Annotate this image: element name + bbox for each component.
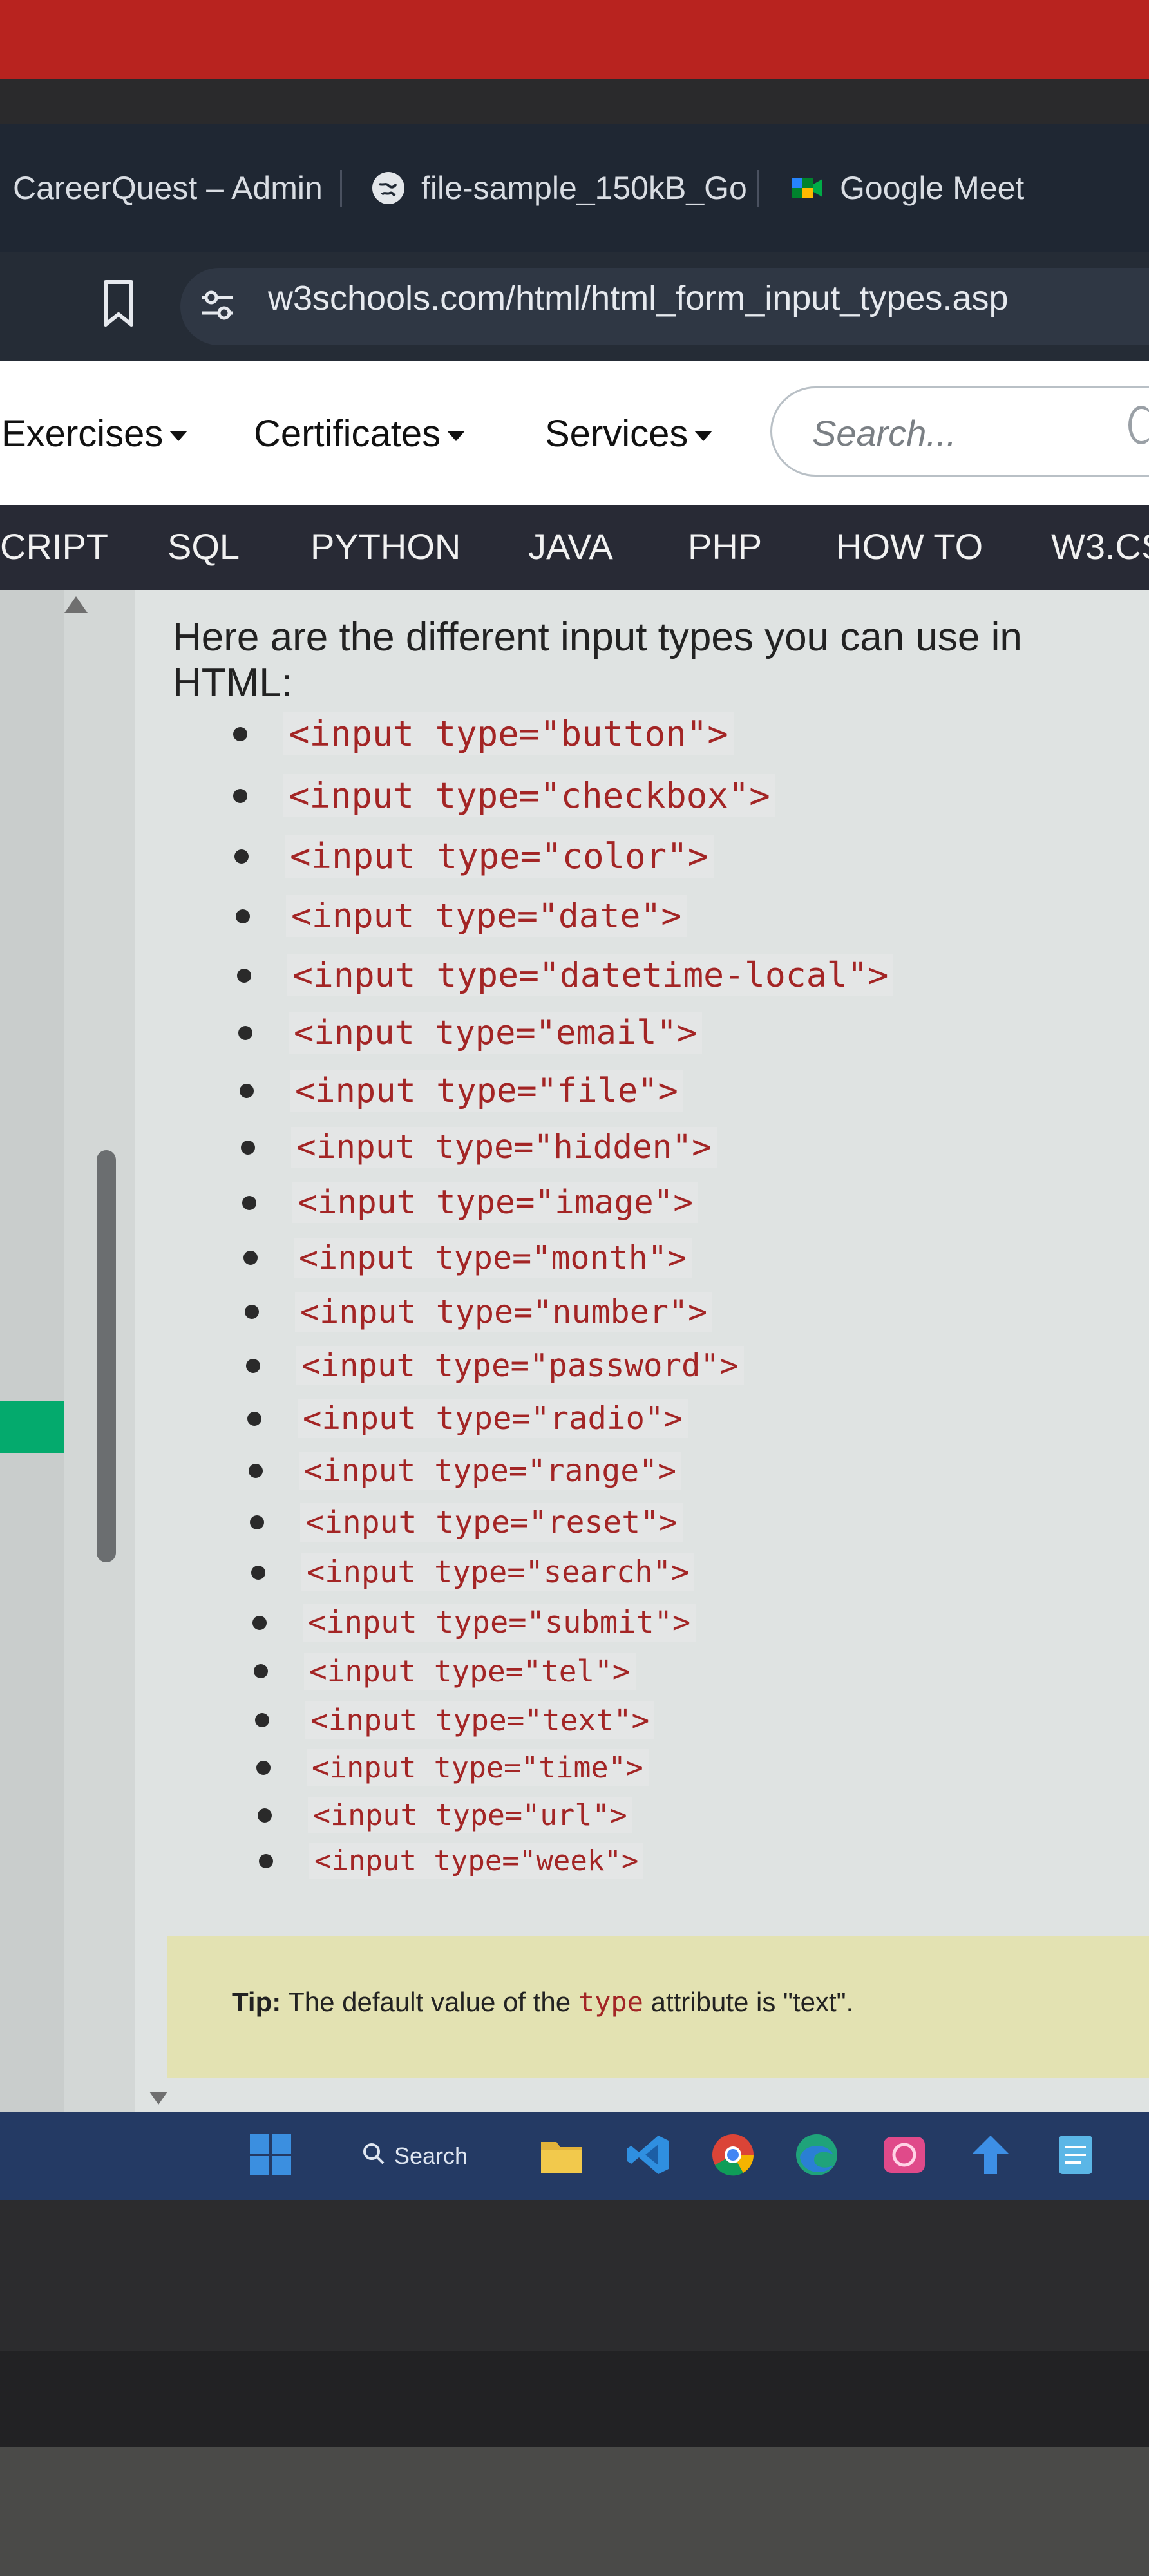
main-content: Here are the different input types you c… <box>0 590 1149 2112</box>
list-item: <input type="search"> <box>251 1553 695 1591</box>
list-item: <input type="text"> <box>254 1701 655 1739</box>
tab-divider <box>757 170 759 207</box>
list-item: <input type="month"> <box>243 1238 692 1278</box>
google-meet-icon <box>788 169 826 207</box>
list-item: <input type="datetime-local"> <box>236 954 894 996</box>
list-item: <input type="email"> <box>238 1012 703 1054</box>
tab-careerquest[interactable]: CareerQuest – Admin <box>13 162 323 214</box>
tip-label: Tip: <box>232 1987 281 2017</box>
list-item: <input type="tel"> <box>254 1653 636 1690</box>
list-item: <input type="checkbox"> <box>233 774 775 817</box>
scroll-down-arrow-icon[interactable] <box>149 2092 167 2105</box>
tab-label: Google Meet <box>840 170 1025 206</box>
list-item: <input type="image"> <box>242 1182 699 1223</box>
nav-label: Exercises <box>1 413 164 455</box>
nav-exercises[interactable]: Exercises <box>1 412 188 455</box>
list-item: <input type="button"> <box>233 712 734 755</box>
caret-down-icon <box>169 430 188 441</box>
bookmark-icon[interactable] <box>102 279 135 328</box>
vscode-icon[interactable] <box>626 2132 672 2178</box>
edge-icon[interactable] <box>793 2132 840 2178</box>
list-item: <input type="color"> <box>234 835 714 878</box>
tip-text-after: attribute is "text". <box>643 1987 854 2017</box>
url-text[interactable]: w3schools.com/html/html_form_input_types… <box>268 278 1009 318</box>
search-input[interactable] <box>811 406 1123 459</box>
notepad-icon[interactable] <box>1052 2132 1099 2178</box>
globe-icon <box>370 169 407 207</box>
browser-tab-strip: CareerQuest – Admin file-sample_150kB_Go… <box>0 124 1149 252</box>
chrome-icon[interactable] <box>710 2132 756 2178</box>
windows-taskbar: Search <box>0 2112 1149 2200</box>
start-icon[interactable] <box>247 2132 294 2178</box>
subject-java[interactable]: JAVA <box>528 526 613 567</box>
list-item: <input type="time"> <box>256 1749 649 1786</box>
list-item: <input type="reset"> <box>250 1503 683 1542</box>
list-item: <input type="date"> <box>235 895 687 937</box>
tab-label: file-sample_150kB_Go <box>421 170 747 206</box>
subject-php[interactable]: PHP <box>688 526 762 567</box>
tip-code: type <box>578 1986 643 2018</box>
caret-down-icon <box>447 430 466 441</box>
monitor-top-bezel <box>0 79 1149 187</box>
file-explorer-icon[interactable] <box>538 2132 585 2178</box>
list-item: <input type="radio"> <box>247 1399 688 1438</box>
address-bar-area: w3schools.com/html/html_form_input_types… <box>0 252 1149 361</box>
site-settings-icon[interactable] <box>197 285 238 326</box>
taskbar-search-label: Search <box>394 2143 468 2169</box>
nav-certificates[interactable]: Certificates <box>254 412 466 455</box>
subject-javascript[interactable]: CRIPT <box>0 526 108 567</box>
nav-label: Services <box>545 413 688 455</box>
list-item: <input type="range"> <box>249 1452 681 1490</box>
site-search-box[interactable] <box>770 386 1149 477</box>
left-sidebar <box>0 590 64 2112</box>
subject-python[interactable]: PYTHON <box>310 526 461 567</box>
tip-text-before: The default value of the <box>281 1987 578 2017</box>
subject-how-to[interactable]: HOW TO <box>836 526 983 567</box>
tab-file-sample[interactable]: file-sample_150kB_Go <box>370 162 747 214</box>
intro-paragraph: Here are the different input types you c… <box>173 615 1022 705</box>
w3schools-top-nav: Exercises Certificates Services <box>0 361 1149 505</box>
search-icon <box>361 2141 386 2172</box>
background-red-surface <box>0 0 1149 79</box>
subject-w3css[interactable]: W3.CS <box>1051 526 1149 567</box>
caret-down-icon <box>694 430 713 441</box>
list-item: <input type="hidden"> <box>241 1127 717 1168</box>
tab-divider <box>340 170 342 207</box>
keyboard-area <box>0 2447 1149 2576</box>
search-icon[interactable] <box>1128 406 1149 444</box>
list-item: <input type="file"> <box>240 1070 683 1112</box>
tip-note: Tip: The default value of the type attri… <box>167 1936 1149 2078</box>
list-item: <input type="password"> <box>246 1346 744 1385</box>
scrollbar-thumb[interactable] <box>97 1150 116 1562</box>
subject-sql[interactable]: SQL <box>167 526 240 567</box>
scroll-up-arrow-icon[interactable] <box>64 596 88 613</box>
nav-label: Certificates <box>254 413 441 455</box>
nav-services[interactable]: Services <box>545 412 713 455</box>
list-item: <input type="url"> <box>258 1797 632 1833</box>
tip-text: Tip: The default value of the type attri… <box>232 1986 853 2018</box>
taskbar-search[interactable]: Search <box>361 2138 468 2174</box>
app-icon[interactable] <box>881 2132 927 2178</box>
list-item: <input type="number"> <box>244 1292 713 1332</box>
list-item: <input type="submit"> <box>252 1604 696 1642</box>
list-item: <input type="week"> <box>258 1843 644 1879</box>
tab-google-meet[interactable]: Google Meet <box>788 162 1024 214</box>
tab-label: CareerQuest – Admin <box>13 170 323 206</box>
arrow-app-icon[interactable] <box>967 2132 1014 2178</box>
subject-nav-bar: CRIPT SQL PYTHON JAVA PHP HOW TO W3.CS <box>0 505 1149 590</box>
